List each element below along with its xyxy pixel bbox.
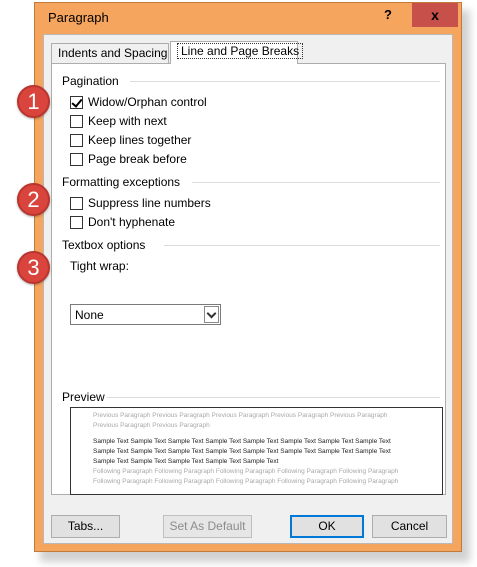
cancel-button[interactable]: Cancel [372, 515, 447, 538]
checkbox-label: Page break before [88, 152, 187, 166]
page-break-before-checkbox[interactable]: Page break before [70, 151, 187, 167]
keep-lines-together-checkbox[interactable]: Keep lines together [70, 132, 191, 148]
preview-following-line: Following Paragraph Following Paragraph … [93, 478, 399, 485]
checkbox-unchecked[interactable] [70, 114, 83, 128]
dialog-client-area: Indents and Spacing Line and Page Breaks… [43, 34, 453, 544]
close-button[interactable]: x [412, 3, 458, 27]
widow-orphan-checkbox[interactable]: Widow/Orphan control [70, 94, 207, 110]
checkbox-checked[interactable] [70, 95, 83, 109]
dont-hyphenate-checkbox[interactable]: Don't hyphenate [70, 214, 175, 230]
checkbox-label: Don't hyphenate [88, 215, 176, 229]
preview-sample-line: Sample Text Sample Text Sample Text Samp… [93, 438, 391, 445]
preview-previous-line: Previous Paragraph Previous Paragraph Pr… [93, 412, 388, 419]
callout-badge-1: 1 [17, 85, 50, 118]
suppress-line-numbers-checkbox[interactable]: Suppress line numbers [70, 195, 211, 211]
formatting-exceptions-heading: Formatting exceptions [62, 175, 181, 189]
dialog-title: Paragraph [48, 10, 109, 25]
checkbox-unchecked[interactable] [70, 133, 83, 147]
chevron-down-icon[interactable] [204, 306, 219, 323]
pagination-heading: Pagination [62, 74, 119, 88]
preview-heading: Preview [62, 390, 105, 404]
tabs-button[interactable]: Tabs... [51, 515, 120, 538]
checkbox-unchecked[interactable] [70, 152, 83, 166]
checkbox-label: Keep lines together [88, 133, 192, 147]
tab-label: Line and Page Breaks [177, 43, 304, 59]
tight-wrap-select[interactable]: None [70, 304, 221, 325]
preview-following-line: Following Paragraph Following Paragraph … [93, 468, 399, 475]
divider [164, 245, 440, 246]
checkbox-label: Suppress line numbers [88, 196, 211, 210]
select-value: None [75, 308, 104, 322]
divider [130, 81, 440, 82]
keep-with-next-checkbox[interactable]: Keep with next [70, 113, 167, 129]
tab-panel: Pagination Widow/Orphan control Keep wit… [51, 63, 446, 495]
divider [192, 182, 440, 183]
tight-wrap-label: Tight wrap: [70, 259, 129, 273]
paragraph-dialog: Paragraph ? x Indents and Spacing Line a… [34, 2, 462, 552]
ok-button[interactable]: OK [290, 515, 364, 538]
callout-badge-2: 2 [17, 183, 50, 216]
title-bar[interactable]: Paragraph ? x [35, 3, 461, 31]
preview-box: Previous Paragraph Previous Paragraph Pr… [70, 407, 443, 495]
preview-sample-line: Sample Text Sample Text Sample Text Samp… [93, 448, 391, 455]
divider [107, 397, 440, 398]
checkbox-label: Widow/Orphan control [88, 95, 207, 109]
checkbox-unchecked[interactable] [70, 196, 83, 210]
textbox-options-heading: Textbox options [62, 238, 146, 252]
callout-badge-3: 3 [17, 251, 50, 284]
checkbox-unchecked[interactable] [70, 215, 83, 229]
tab-line-and-page-breaks[interactable]: Line and Page Breaks [170, 41, 304, 64]
preview-previous-line: Previous Paragraph Previous Paragraph [93, 422, 210, 429]
set-as-default-button[interactable]: Set As Default [163, 515, 252, 538]
checkbox-label: Keep with next [88, 114, 167, 128]
tab-indents-and-spacing[interactable]: Indents and Spacing [51, 43, 169, 63]
preview-sample-line: Sample Text Sample Text Sample Text Samp… [93, 458, 279, 465]
help-button[interactable]: ? [365, 3, 411, 27]
tab-label: Indents and Spacing [58, 46, 168, 60]
